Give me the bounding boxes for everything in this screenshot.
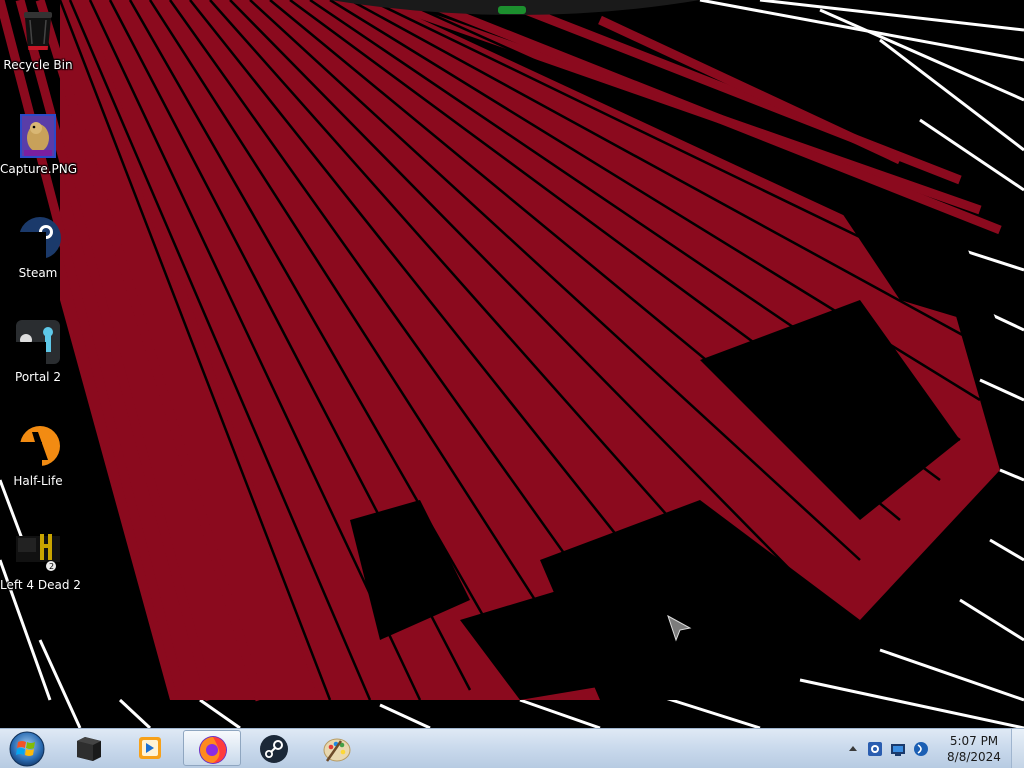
taskbar-media-player-button[interactable] bbox=[120, 730, 178, 766]
taskbar-file-explorer-button[interactable] bbox=[60, 730, 118, 766]
taskbar: 5:07 PM 8/8/2024 bbox=[0, 728, 1024, 768]
steam-icon bbox=[16, 217, 61, 260]
paint-icon bbox=[323, 738, 351, 762]
desktop-icon-label: Recycle Bin bbox=[3, 58, 73, 72]
taskbar-steam-button[interactable] bbox=[245, 730, 303, 766]
firefox-icon bbox=[199, 736, 227, 764]
desktop-icon-label: Half-Life bbox=[13, 474, 63, 488]
svg-text:2: 2 bbox=[49, 562, 54, 571]
media-player-icon bbox=[139, 737, 161, 759]
folder-icon bbox=[77, 737, 101, 761]
desktop-icon-steam[interactable]: Steam bbox=[0, 210, 76, 298]
desktop-icon-portal-2[interactable]: Portal 2 bbox=[0, 314, 76, 402]
taskbar-paint-button[interactable] bbox=[308, 730, 366, 766]
show-hidden-icons-arrow[interactable] bbox=[844, 740, 862, 758]
half-life-icon bbox=[16, 426, 60, 468]
desktop-icon-left-4-dead-2[interactable]: 2 Left 4 Dead 2 bbox=[0, 522, 81, 610]
desktop-icon-label: Capture.PNG bbox=[0, 162, 78, 176]
portal-2-icon bbox=[16, 320, 60, 364]
desktop-icon-capture-png[interactable]: Capture.PNG bbox=[0, 106, 78, 194]
system-tray: 5:07 PM 8/8/2024 bbox=[834, 729, 1024, 768]
volume-icon[interactable] bbox=[912, 740, 930, 758]
desktop-icon-half-life[interactable]: Half-Life bbox=[0, 418, 76, 506]
steam-tray-icon[interactable] bbox=[866, 740, 884, 758]
desktop-icon-label: Left 4 Dead 2 bbox=[0, 578, 81, 592]
desktop-icon-label: Steam bbox=[18, 266, 58, 280]
start-button[interactable] bbox=[4, 729, 50, 768]
wallpaper bbox=[0, 0, 1024, 728]
mouse-cursor-icon bbox=[667, 614, 692, 642]
desktop-icon-recycle-bin[interactable]: Recycle Bin bbox=[0, 2, 76, 90]
clock-date: 8/8/2024 bbox=[947, 750, 1001, 764]
recycle-bin-icon bbox=[24, 12, 52, 50]
image-file-icon bbox=[20, 114, 56, 158]
desktop[interactable]: Recycle Bin Capture.PNG Steam Portal 2 H… bbox=[0, 0, 1024, 728]
taskbar-firefox-button[interactable] bbox=[183, 730, 241, 766]
windows-start-icon bbox=[9, 731, 45, 767]
steam-icon bbox=[260, 735, 288, 763]
desktop-icon-label: Portal 2 bbox=[15, 370, 61, 384]
show-desktop-button[interactable] bbox=[1011, 729, 1024, 768]
clock-time: 5:07 PM bbox=[949, 734, 999, 748]
network-icon[interactable] bbox=[889, 740, 907, 758]
left-4-dead-2-icon: 2 bbox=[16, 534, 60, 571]
clock[interactable]: 5:07 PM 8/8/2024 bbox=[938, 733, 1010, 765]
